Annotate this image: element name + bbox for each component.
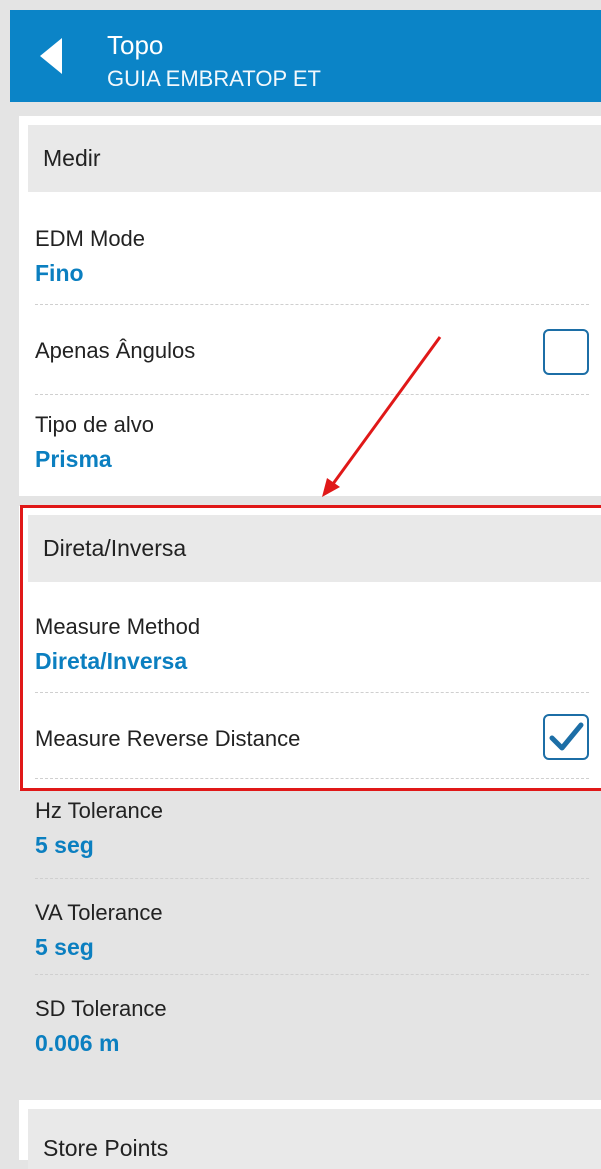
section-medir: Medir EDM Mode Fino Apenas Ângulos Tipo … — [19, 116, 601, 496]
divider — [35, 394, 589, 395]
back-arrow-icon[interactable] — [34, 36, 74, 76]
section-title: Store Points — [43, 1135, 169, 1161]
sd-tolerance-label: SD Tolerance — [35, 996, 167, 1021]
divider — [35, 778, 589, 779]
section-header-direta-inversa: Direta/Inversa — [28, 515, 601, 582]
edm-mode-row[interactable]: EDM Mode Fino — [35, 220, 601, 300]
page-title: Topo — [107, 30, 164, 60]
measure-reverse-distance-label: Measure Reverse Distance — [35, 726, 301, 751]
page-subtitle: GUIA EMBRATOP ET — [107, 66, 321, 91]
section-title: Medir — [43, 145, 101, 171]
tipo-alvo-value: Prisma — [35, 446, 112, 472]
apenas-angulos-checkbox[interactable] — [543, 329, 589, 375]
divider — [35, 692, 589, 693]
section-header-store-points: Store Points — [28, 1109, 601, 1169]
divider — [35, 304, 589, 305]
divider — [35, 974, 589, 975]
divider — [35, 878, 589, 879]
hz-tolerance-row[interactable]: Hz Tolerance 5 seg — [35, 788, 601, 868]
va-tolerance-row[interactable]: VA Tolerance 5 seg — [35, 886, 601, 966]
section-title: Direta/Inversa — [43, 535, 187, 561]
hz-tolerance-label: Hz Tolerance — [35, 798, 163, 823]
checkmark-icon — [549, 722, 584, 751]
va-tolerance-label: VA Tolerance — [35, 900, 163, 925]
va-tolerance-value: 5 seg — [35, 934, 94, 960]
tipo-alvo-label: Tipo de alvo — [35, 412, 155, 437]
sd-tolerance-row[interactable]: SD Tolerance 0.006 m — [35, 982, 601, 1062]
measure-reverse-distance-checkbox[interactable] — [543, 714, 589, 760]
edm-mode-label: EDM Mode — [35, 226, 146, 251]
measure-method-label: Measure Method — [35, 614, 201, 639]
sd-tolerance-value: 0.006 m — [35, 1030, 120, 1056]
apenas-angulos-row[interactable]: Apenas Ângulos — [35, 312, 601, 388]
hz-tolerance-value: 5 seg — [35, 832, 94, 858]
measure-method-value: Direta/Inversa — [35, 648, 188, 674]
edm-mode-value: Fino — [35, 260, 84, 286]
section-direta-inversa: Direta/Inversa Measure Method Direta/Inv… — [19, 506, 601, 1056]
measure-reverse-distance-row[interactable]: Measure Reverse Distance — [35, 700, 601, 776]
section-header-medir: Medir — [28, 125, 601, 192]
tipo-alvo-row[interactable]: Tipo de alvo Prisma — [35, 402, 601, 482]
apenas-angulos-label: Apenas Ângulos — [35, 338, 196, 363]
app-header: Topo GUIA EMBRATOP ET — [10, 10, 601, 102]
section-store-points: Store Points — [19, 1100, 601, 1169]
measure-method-row[interactable]: Measure Method Direta/Inversa — [35, 608, 601, 688]
